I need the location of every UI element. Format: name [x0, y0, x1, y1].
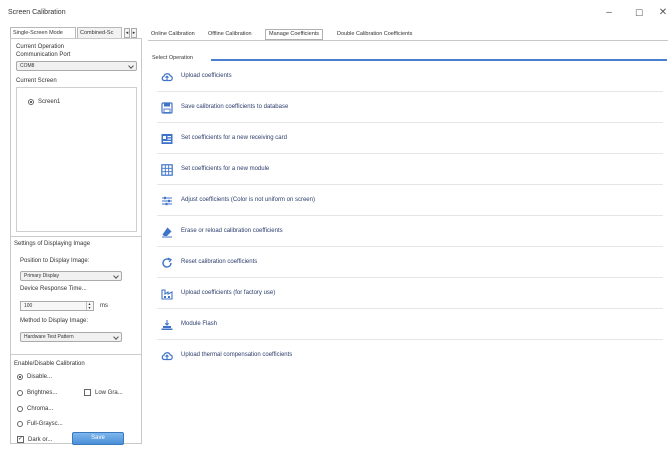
full-grayscale-label: Full-Graysc... [27, 421, 63, 427]
chroma-label: Chroma... [27, 406, 54, 412]
module-icon [161, 164, 173, 176]
method-select[interactable]: Hardware Test Pattern [20, 332, 122, 342]
operation-set-receiving-card[interactable]: Set coefficients for a new receiving car… [157, 123, 663, 154]
tab-scroll-right-button[interactable]: ▸ [131, 28, 137, 38]
low-gray-checkbox[interactable] [84, 389, 91, 396]
tab-online-calibration[interactable]: Online Calibration [148, 29, 198, 40]
position-select[interactable]: Primary Display [20, 271, 122, 281]
operation-label: Upload coefficients [181, 73, 232, 79]
screen1-radio[interactable] [28, 99, 34, 105]
operation-module-flash[interactable]: Module Flash [157, 309, 663, 340]
calibration-toggle-title: Enable/Disable Calibration [14, 361, 85, 367]
right-tab-bar: Online Calibration Offline Calibration M… [148, 29, 668, 40]
communication-port-label: Communication Port [16, 52, 71, 58]
dark-or-label: Dark or... [28, 437, 53, 443]
response-time-unit: ms [100, 303, 108, 309]
window-title: Screen Calibration [8, 9, 66, 16]
current-operation-title: Current Operation [16, 44, 65, 50]
screen-list [16, 87, 137, 232]
operation-label: Upload thermal compensation coefficients [181, 352, 293, 358]
operation-upload-thermal[interactable]: Upload thermal compensation coefficients [157, 340, 663, 371]
chroma-radio[interactable] [17, 406, 23, 412]
adjust-sliders-icon [162, 196, 172, 206]
operation-label: Erase or reload calibration coefficients [181, 228, 283, 234]
method-value: Hardware Test Pattern [24, 334, 74, 340]
reset-icon [162, 257, 172, 268]
display-settings-title: Settings of Displaying Image [14, 241, 91, 247]
communication-port-value: COM8 [20, 63, 35, 69]
divider [11, 236, 141, 237]
save-button[interactable]: Save [72, 432, 124, 445]
tab-manage-coefficients[interactable]: Manage Coefficients [265, 29, 324, 40]
save-database-icon [161, 102, 173, 114]
module-flash-icon [161, 320, 173, 330]
factory-upload-icon [161, 289, 173, 300]
close-button[interactable]: ✕ [652, 6, 668, 20]
title-bar: Screen Calibration – ☐ ✕ [0, 0, 668, 26]
screen1-label: Screen1 [38, 99, 61, 105]
brightness-label: Brightnes... [27, 390, 58, 396]
operation-label: Upload coefficients (for factory use) [181, 290, 276, 296]
thermal-upload-icon [161, 352, 173, 361]
chevron-down-icon [113, 334, 119, 340]
stepper-arrows-icon[interactable]: ▴ ▾ [86, 302, 92, 310]
method-label: Method to Display Image: [20, 318, 89, 324]
operation-label: Set coefficients for a new module [181, 166, 270, 172]
operation-label: Set coefficients for a new receiving car… [181, 135, 287, 141]
position-label: Position to Display Image: [20, 258, 90, 264]
response-time-label: Device Response Time... [20, 286, 87, 292]
eraser-icon [162, 227, 172, 238]
position-value: Primary Display [24, 273, 60, 279]
full-grayscale-radio[interactable] [17, 421, 23, 427]
chevron-down-icon [113, 273, 119, 279]
tab-double-calibration-coefficients[interactable]: Double Calibration Coefficients [334, 29, 415, 40]
cloud-upload-icon [161, 73, 173, 82]
tab-offline-calibration[interactable]: Offline Calibration [205, 29, 255, 40]
operation-reset-coefficients[interactable]: Reset calibration coefficients [157, 247, 663, 278]
communication-port-select[interactable]: COM8 [16, 61, 137, 71]
operation-upload-coefficients[interactable]: Upload coefficients [157, 61, 663, 92]
operation-save-to-database[interactable]: Save calibration coefficients to databas… [157, 92, 663, 123]
operation-label: Save calibration coefficients to databas… [181, 104, 289, 110]
operation-set-module[interactable]: Set coefficients for a new module [157, 154, 663, 185]
disable-label: Disable... [27, 374, 53, 380]
disable-radio[interactable] [17, 374, 23, 380]
current-screen-label: Current Screen [16, 78, 57, 84]
operation-label: Module Flash [181, 321, 218, 327]
receiving-card-icon [161, 134, 173, 144]
response-time-stepper[interactable]: 100 ▴ ▾ [20, 301, 94, 311]
response-time-value: 100 [24, 303, 33, 309]
chevron-down-icon [128, 63, 134, 69]
operation-label: Reset calibration coefficients [181, 259, 258, 265]
low-gray-label: Low Gra... [95, 390, 123, 396]
operation-upload-factory[interactable]: Upload coefficients (for factory use) [157, 278, 663, 309]
brightness-radio[interactable] [17, 390, 23, 396]
maximize-button[interactable]: ☐ [628, 6, 650, 20]
minimize-button[interactable]: – [598, 6, 620, 20]
tab-scroll-left-button[interactable]: ◂ [124, 28, 130, 38]
divider [11, 354, 141, 355]
operation-erase-reload[interactable]: Erase or reload calibration coefficients [157, 216, 663, 247]
operation-adjust-coefficients[interactable]: Adjust coefficients (Color is not unifor… [157, 185, 663, 216]
operation-label: Adjust coefficients (Color is not unifor… [181, 197, 315, 203]
dark-or-checkbox[interactable]: ✓ [17, 436, 24, 443]
